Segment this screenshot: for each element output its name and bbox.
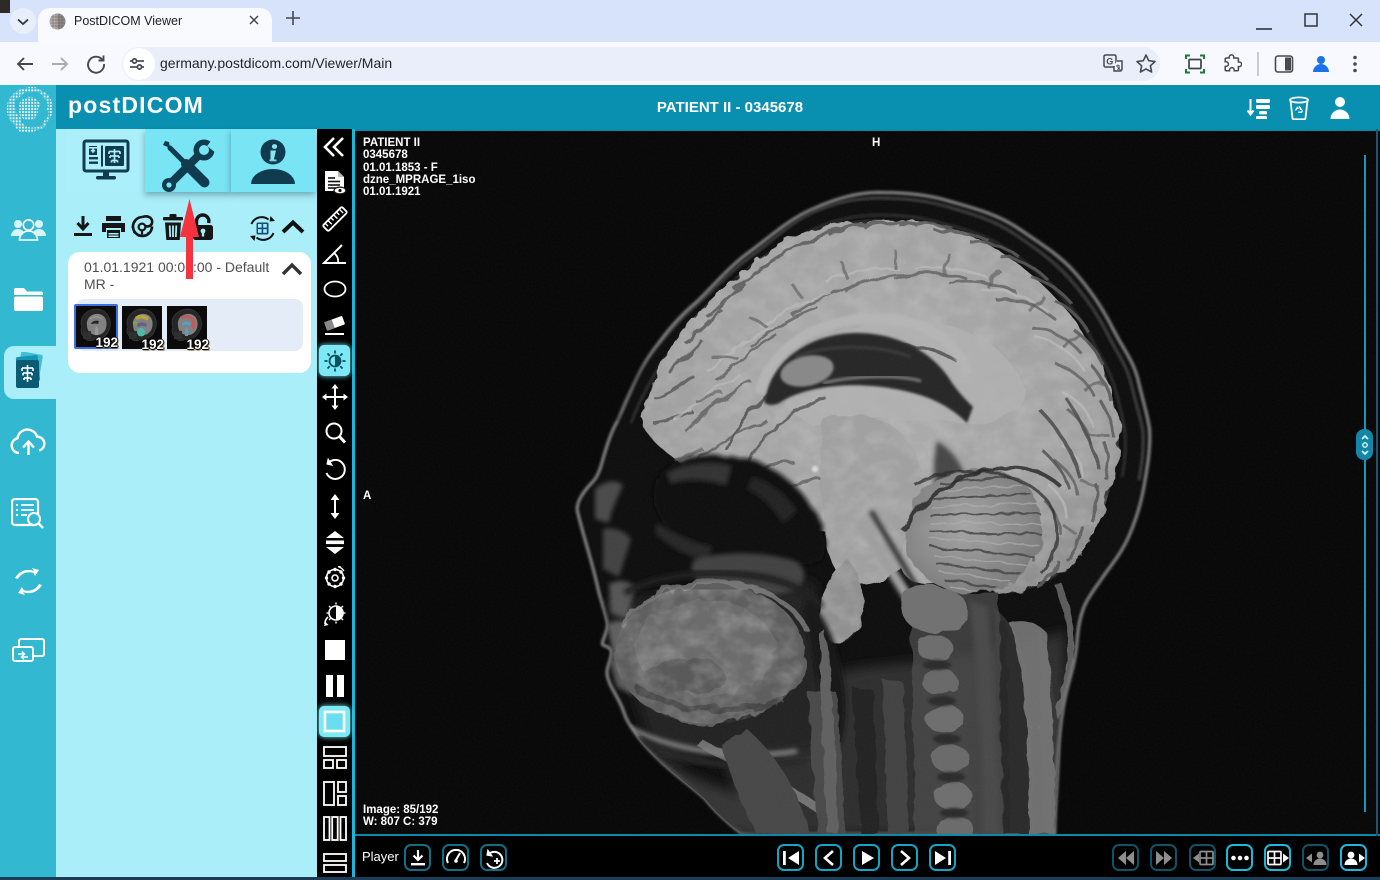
svg-text:G: G xyxy=(1106,57,1113,67)
